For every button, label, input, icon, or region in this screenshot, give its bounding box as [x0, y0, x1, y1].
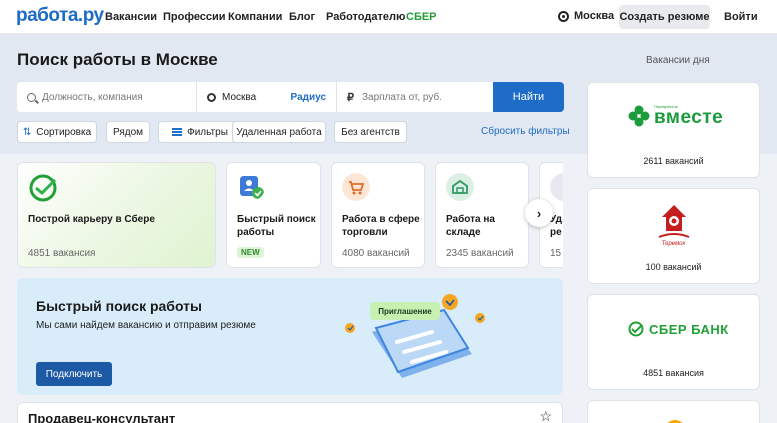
filter-icon	[172, 128, 183, 136]
nav-companies[interactable]: Компании	[228, 11, 282, 23]
category-card-trade[interactable]: Работа в сфере торговли 4080 вакансий	[331, 162, 425, 268]
nearby-chip[interactable]: Рядом	[106, 121, 150, 143]
card-title-line2: ре	[550, 227, 562, 238]
invitation-label: Приглашение	[378, 306, 432, 316]
clover-icon	[628, 105, 650, 127]
page-title: Поиск работы в Москве	[17, 50, 218, 69]
vacancy-title[interactable]: Продавец-консультант	[28, 411, 175, 423]
person-check-icon	[240, 176, 264, 199]
connect-button[interactable]: Подключить	[36, 362, 112, 386]
promo-subtitle: Мы сами найдем вакансию и отправим резюм…	[36, 320, 256, 331]
remote-work-icon	[550, 173, 563, 201]
card-title: Работа в сфере торговли	[342, 213, 420, 239]
category-card-fast-search[interactable]: Быстрый поиск работы NEW	[226, 162, 321, 268]
sberbank-logo: СБЕР БАНК	[628, 321, 729, 337]
ruble-icon: ₽	[347, 91, 354, 104]
shopping-cart-icon	[342, 173, 370, 201]
location-pin-icon	[558, 10, 569, 22]
card-title-line2: складе	[446, 227, 481, 238]
city-label: Москва	[574, 10, 615, 22]
nav-employer[interactable]: Работодателю	[326, 11, 405, 23]
sber-check-icon	[628, 321, 644, 337]
category-card-sber[interactable]: Построй карьеру в Сбере 4851 вакансия	[17, 162, 216, 268]
logo-word: вместе	[654, 107, 724, 128]
filters-chip[interactable]: Фильтры	[158, 121, 242, 143]
promo-title: Быстрый поиск работы	[36, 298, 202, 314]
employer-card-next[interactable]	[587, 400, 760, 423]
warehouse-icon	[446, 173, 474, 201]
search-icon	[27, 92, 36, 102]
top-header: работа.ру Вакансии Профессии Компании Бл…	[0, 0, 777, 34]
login-link[interactable]: Войти	[724, 11, 758, 23]
card-title-line2: работы	[237, 227, 275, 238]
salary-placeholder: Зарплата от, руб.	[362, 91, 442, 103]
logo-word: СБЕР БАНК	[649, 321, 729, 337]
employer-logo-icon	[667, 420, 683, 423]
city-value: Москва	[222, 91, 257, 103]
category-card-warehouse[interactable]: Работа на складе 2345 вакансий	[435, 162, 529, 268]
find-button[interactable]: Найти	[493, 82, 564, 112]
query-field[interactable]: Должность, компания	[17, 82, 197, 112]
employer-card-perekrestok[interactable]: Перекрёсток вместе 2611 вакансий	[587, 82, 760, 178]
nav-sber[interactable]: СБЕР	[406, 11, 437, 23]
new-badge: NEW	[237, 247, 264, 258]
card-title: Работа на складе	[446, 213, 495, 239]
logo-small-text: Перекрёсток	[654, 104, 678, 109]
employer-count: 2611 вакансий	[643, 156, 704, 166]
nav-vacancies[interactable]: Вакансии	[105, 11, 157, 23]
search-bar: Должность, компания Москва Радиус ₽ Зарп…	[17, 82, 564, 112]
create-resume-button[interactable]: Создать резюме	[619, 5, 710, 29]
no-agencies-chip[interactable]: Без агентств	[334, 121, 407, 143]
favorite-star-icon[interactable]: ☆	[539, 408, 552, 423]
teremok-logo-text: Теремок	[661, 241, 686, 247]
sort-label: Сортировка	[36, 126, 92, 138]
card-title-line1: Быстрый поиск	[237, 214, 316, 225]
perekrestok-vmeste-logo: Перекрёсток вместе	[628, 103, 723, 129]
employer-count: 100 вакансий	[645, 262, 702, 272]
city-selector[interactable]: Москва	[558, 10, 614, 22]
nav-blog[interactable]: Блог	[289, 11, 315, 23]
filters-label: Фильтры	[187, 126, 228, 138]
nav-professions[interactable]: Профессии	[163, 11, 226, 23]
location-pin-icon	[207, 92, 216, 102]
reset-filters-link[interactable]: Сбросить фильтры	[481, 126, 570, 137]
card-count: 15	[550, 248, 562, 259]
carousel-next-button[interactable]: ›	[525, 199, 553, 227]
sber-logo-icon	[29, 174, 57, 202]
card-count: 4080 вакансий	[342, 248, 410, 259]
card-title-line1: Работа на	[446, 214, 495, 225]
salary-field[interactable]: ₽ Зарплата от, руб.	[337, 82, 493, 112]
city-field[interactable]: Москва Радиус	[197, 82, 337, 112]
chevron-right-icon: ›	[536, 205, 542, 221]
sort-chip[interactable]: ⇅ Сортировка	[17, 121, 97, 143]
employer-card-sberbank[interactable]: СБЕР БАНК 4851 вакансия	[587, 294, 760, 390]
sidebar-title: Вакансии дня	[646, 55, 710, 66]
vacancy-card[interactable]: Продавец-консультант ☆	[17, 402, 563, 423]
radius-link[interactable]: Радиус	[291, 92, 326, 103]
card-count: 4851 вакансия	[28, 248, 96, 259]
card-title: Быстрый поиск работы	[237, 213, 316, 239]
employer-count: 4851 вакансия	[643, 368, 704, 378]
fast-search-banner: Быстрый поиск работы Мы сами найдем вака…	[17, 278, 563, 395]
card-title-line1: Работа в сфере	[342, 214, 420, 225]
sort-icon: ⇅	[22, 126, 32, 138]
card-title: Построй карьеру в Сбере	[28, 214, 155, 225]
card-title-line2: торговли	[342, 227, 388, 238]
employer-card-teremok[interactable]: Теремок 100 вакансий	[587, 188, 760, 284]
category-carousel: Построй карьеру в Сбере 4851 вакансия Бы…	[17, 162, 563, 268]
site-logo[interactable]: работа.ру	[16, 5, 104, 27]
card-count: 2345 вакансий	[446, 248, 514, 259]
remote-chip[interactable]: Удаленная работа	[232, 121, 326, 143]
query-placeholder: Должность, компания	[42, 91, 143, 103]
